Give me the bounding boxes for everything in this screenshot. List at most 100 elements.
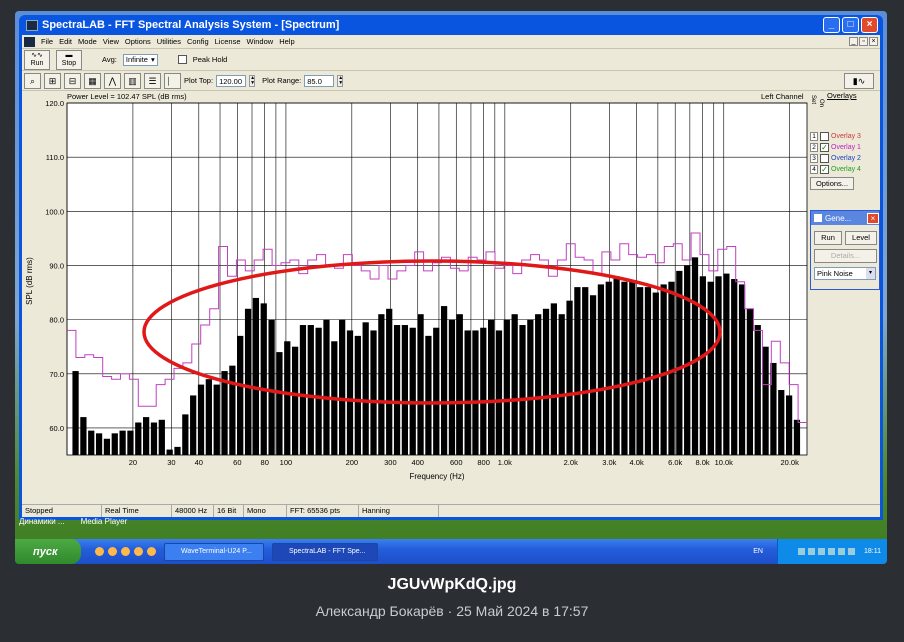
maximize-button[interactable]: □	[842, 17, 859, 33]
close-button[interactable]: ×	[861, 17, 878, 33]
plot-range-input[interactable]: 85.0	[304, 74, 335, 87]
overlay-row[interactable]: 3 Overlay 2	[810, 153, 861, 163]
overlay-checkbox[interactable]	[820, 153, 829, 163]
bar	[676, 270, 683, 455]
signal-type-select[interactable]: Pink Noise ▾	[814, 267, 876, 280]
overlay-row[interactable]: 1 Overlay 3	[810, 131, 861, 141]
quick-launch	[95, 547, 156, 556]
bar	[550, 303, 557, 455]
bar	[323, 319, 330, 455]
bar	[244, 308, 252, 455]
generator-title-bar[interactable]: Gene... ×	[811, 211, 879, 225]
bar	[80, 417, 87, 455]
tray-icon[interactable]	[798, 548, 805, 555]
bar	[370, 330, 377, 455]
tray-icon[interactable]	[828, 548, 835, 555]
line-plot-icon[interactable]: ⋀	[104, 72, 121, 89]
doc-restore-button[interactable]: ▫	[859, 37, 868, 46]
x-tick-label: 100	[280, 458, 293, 467]
menu-file[interactable]: File	[41, 37, 53, 46]
x-tick-label: 200	[346, 458, 359, 467]
x-tick-label: 8.0k	[695, 458, 709, 467]
quick-launch-icon[interactable]	[108, 547, 117, 556]
plot-top-input[interactable]: 120.00	[216, 74, 247, 87]
lin-scale-icon[interactable]: ⊟	[64, 72, 81, 89]
quick-launch-icon[interactable]	[147, 547, 156, 556]
quick-launch-icon[interactable]	[134, 547, 143, 556]
peak-hold-checkbox[interactable]	[177, 55, 187, 64]
doc-close-button[interactable]: ×	[869, 37, 878, 46]
desktop-icons: Динамики ... Media Player	[19, 517, 127, 526]
stop-button[interactable]: ▬ Stop	[56, 49, 82, 70]
close-icon[interactable]: ×	[867, 212, 879, 224]
menu-utilities[interactable]: Utilities	[157, 37, 181, 46]
minimize-button[interactable]: _	[823, 17, 840, 33]
menu-config[interactable]: Config	[187, 37, 209, 46]
plot-range-spinner[interactable]: ▲ ▼	[337, 74, 344, 87]
menu-edit[interactable]: Edit	[59, 37, 72, 46]
bar	[511, 314, 518, 455]
caption: JGUvWpKdQ.jpg Александр Бокарёв · 25 Май…	[0, 576, 904, 619]
x-tick-label: 4.0k	[630, 458, 644, 467]
x-tick-label: 1.0k	[498, 458, 512, 467]
tray-icon[interactable]	[848, 548, 855, 555]
bar	[409, 327, 416, 455]
tray-icon[interactable]	[808, 548, 815, 555]
bar	[762, 346, 769, 455]
quick-launch-icon[interactable]	[95, 547, 104, 556]
title-bar[interactable]: SpectraLAB - FFT Spectral Analysis Syste…	[22, 15, 880, 35]
overlay-checkbox[interactable]	[820, 131, 829, 141]
tray-icon[interactable]	[838, 548, 845, 555]
log-scale-icon[interactable]: ⊞	[44, 72, 61, 89]
task-spectralab[interactable]: SpectraLAB - FFT Spe...	[272, 542, 378, 561]
table-icon[interactable]: ☰	[144, 72, 161, 89]
generator-level-button[interactable]: Level	[845, 231, 877, 245]
y-tick-label: 120.0	[45, 99, 64, 108]
language-indicator[interactable]: EN	[753, 548, 763, 555]
desktop-icon-media-player[interactable]: Media Player	[81, 517, 128, 526]
overlay-row[interactable]: 2 ✓ Overlay 1	[810, 142, 861, 152]
overlay-set-button[interactable]: 2	[810, 142, 818, 152]
channel-label: Left Channel	[761, 92, 804, 101]
overlay-row[interactable]: 4 ✓ Overlay 4	[810, 164, 861, 174]
task-waveterminal[interactable]: WaveTerminal-U24 P...	[164, 542, 264, 561]
menu-options[interactable]: Options	[125, 37, 151, 46]
overlay-checkbox[interactable]: ✓	[820, 142, 829, 152]
toolbar-plot: ⌕ ⊞ ⊟ ▦ ⋀ ▥ ☰ ⎸ Plot Top: 120.00 ▲ ▼ Plot…	[22, 71, 880, 91]
grid-icon[interactable]: ▦	[84, 72, 101, 89]
bar	[738, 284, 746, 455]
desktop-icon-speakers[interactable]: Динамики ...	[19, 517, 65, 526]
menu-license[interactable]: License	[215, 37, 241, 46]
doc-minimize-button[interactable]: _	[849, 37, 858, 46]
overlay-checkbox[interactable]: ✓	[820, 164, 829, 174]
menu-view[interactable]: View	[103, 37, 119, 46]
x-tick-label: 2.0k	[564, 458, 578, 467]
avg-select[interactable]: Infinite ▾	[122, 53, 158, 66]
menu-help[interactable]: Help	[279, 37, 294, 46]
run-button[interactable]: ∿∿ Run	[24, 49, 50, 70]
cursor-icon[interactable]: ⎸	[164, 72, 181, 89]
generator-run-button[interactable]: Run	[814, 231, 842, 245]
options-button[interactable]: Options...	[810, 177, 854, 190]
start-button[interactable]: пуск	[15, 539, 81, 564]
overlay-set-button[interactable]: 4	[810, 164, 818, 174]
bar	[401, 325, 409, 455]
menu-window[interactable]: Window	[247, 37, 274, 46]
spectrum-plot[interactable]: 120.0 110.0 100.0 90.0 80.0 70.0 60.0 20 30 40 60…	[22, 91, 808, 483]
plot-top-spinner[interactable]: ▲ ▼	[249, 74, 256, 87]
bar	[284, 341, 291, 455]
bar	[143, 417, 150, 455]
quick-launch-icon[interactable]	[121, 547, 130, 556]
menu-mode[interactable]: Mode	[78, 37, 97, 46]
bar-plot-icon[interactable]: ▥	[124, 72, 141, 89]
spectrum-chart[interactable]: 120.0 110.0 100.0 90.0 80.0 70.0 60.0 20 30 40 60…	[22, 91, 808, 483]
bar	[433, 327, 440, 455]
y-axis-label: SPL (dB rms)	[25, 257, 34, 305]
overlay-set-button[interactable]: 1	[810, 131, 818, 141]
zoom-icon[interactable]: ⌕	[24, 72, 41, 89]
signal-generator-icon[interactable]: ▮∿	[844, 72, 874, 89]
bar	[307, 325, 314, 455]
x-tick-label: 6.0k	[668, 458, 682, 467]
tray-icon[interactable]	[818, 548, 825, 555]
overlay-set-button[interactable]: 3	[810, 153, 818, 163]
